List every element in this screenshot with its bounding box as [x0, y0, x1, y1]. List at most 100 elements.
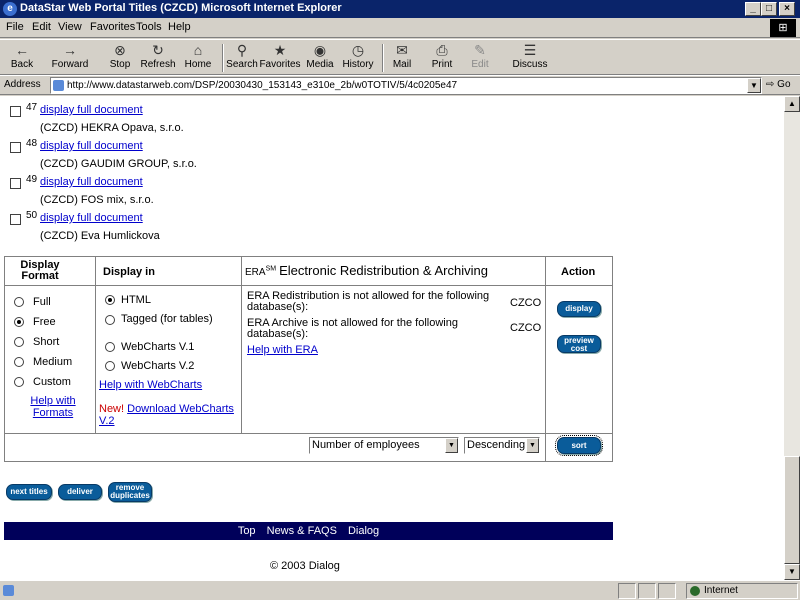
- new-badge: New!: [99, 403, 125, 415]
- table-divider: [5, 285, 612, 286]
- copyright: © 2003 Dialog: [270, 560, 340, 572]
- sort-field-select[interactable]: Number of employees ▼: [309, 437, 459, 454]
- display-tagged-radio[interactable]: [105, 315, 115, 325]
- era-redistribution-text: ERA Redistribution is not allowed for th…: [247, 290, 490, 313]
- forward-button[interactable]: → Forward: [48, 41, 92, 75]
- format-custom-label: Custom: [33, 376, 71, 388]
- home-icon: ⌂: [193, 42, 203, 58]
- internet-zone-icon: [690, 586, 700, 596]
- display-tagged-label: Tagged (for tables): [121, 313, 213, 325]
- vertical-scrollbar[interactable]: ▲ ▼: [784, 96, 800, 580]
- ie-logo-icon: e: [3, 2, 17, 16]
- menu-tools[interactable]: Tools: [136, 21, 162, 33]
- display-webcharts2-radio[interactable]: [105, 361, 115, 371]
- format-free-label: Free: [33, 316, 56, 328]
- footer-dialog-link[interactable]: Dialog: [348, 525, 379, 537]
- page-content: 47 display full document (CZCD) HEKRA Op…: [0, 96, 784, 580]
- format-custom-radio[interactable]: [14, 377, 24, 387]
- record-checkbox[interactable]: [10, 142, 21, 153]
- display-webcharts1-label: WebCharts V.1: [121, 341, 195, 353]
- menu-help[interactable]: Help: [168, 21, 191, 33]
- era-redistribution-db: CZCO: [510, 297, 542, 309]
- scroll-up-button[interactable]: ▲: [784, 96, 800, 112]
- status-cell: [638, 583, 656, 599]
- table-divider: [95, 257, 96, 433]
- table-divider: [241, 257, 242, 433]
- favorites-button[interactable]: ★ Favorites: [258, 41, 302, 75]
- next-titles-button[interactable]: next titles: [6, 484, 52, 500]
- record-name: (CZCD) HEKRA Opava, s.r.o.: [40, 122, 184, 134]
- back-button[interactable]: ← Back: [0, 41, 44, 75]
- menu-edit[interactable]: Edit: [32, 21, 51, 33]
- help-with-era-link[interactable]: Help with ERA: [247, 344, 318, 356]
- status-cell: [658, 583, 676, 599]
- display-full-document-link[interactable]: display full document: [40, 176, 143, 188]
- format-medium-radio[interactable]: [14, 357, 24, 367]
- maximize-button[interactable]: □: [761, 2, 777, 16]
- record-number: 47: [26, 102, 38, 113]
- display-in-header: Display in: [103, 266, 155, 278]
- preview-cost-button[interactable]: preview cost: [557, 335, 601, 353]
- action-header: Action: [561, 266, 596, 278]
- address-url: http://www.datastarweb.com/DSP/20030430_…: [67, 80, 458, 91]
- menu-bar: File Edit View Favorites Tools Help: [0, 18, 800, 38]
- record-checkbox[interactable]: [10, 178, 21, 189]
- chevron-down-icon: ▼: [445, 438, 458, 453]
- sort-button[interactable]: sort: [555, 435, 603, 456]
- address-input[interactable]: http://www.datastarweb.com/DSP/20030430_…: [50, 77, 762, 94]
- status-cell: [618, 583, 636, 599]
- mail-icon: ✉: [396, 42, 408, 58]
- format-full-radio[interactable]: [14, 297, 24, 307]
- menu-view[interactable]: View: [58, 21, 82, 33]
- menu-favorites[interactable]: Favorites: [90, 21, 135, 33]
- address-label: Address: [4, 79, 41, 90]
- mail-button[interactable]: ✉ Mail: [380, 41, 424, 75]
- deliver-button[interactable]: deliver: [58, 484, 102, 500]
- history-button[interactable]: ◷ History: [336, 41, 380, 75]
- remove-duplicates-button[interactable]: remove duplicates: [108, 482, 152, 502]
- format-short-radio[interactable]: [14, 337, 24, 347]
- footer-top-link[interactable]: Top: [238, 525, 256, 537]
- edit-button[interactable]: ✎ Edit: [458, 41, 502, 75]
- display-html-radio[interactable]: [105, 295, 115, 305]
- help-with-formats-link[interactable]: Help with Formats: [25, 395, 81, 419]
- title-bar: e DataStar Web Portal Titles (CZCD) Micr…: [0, 0, 800, 18]
- record-checkbox[interactable]: [10, 106, 21, 117]
- sort-order-select[interactable]: Descending ▼: [464, 437, 540, 454]
- go-button[interactable]: ⇨ Go: [766, 79, 791, 90]
- footer-news-link[interactable]: News & FAQS: [267, 525, 337, 537]
- display-webcharts1-radio[interactable]: [105, 342, 115, 352]
- display-full-document-link[interactable]: display full document: [40, 212, 143, 224]
- home-button[interactable]: ⌂ Home: [176, 41, 220, 75]
- display-full-document-link[interactable]: display full document: [40, 140, 143, 152]
- history-icon: ◷: [351, 42, 365, 58]
- display-button[interactable]: display: [557, 301, 601, 317]
- record-number: 49: [26, 174, 38, 185]
- discuss-button[interactable]: ☰ Discuss: [508, 41, 552, 75]
- chevron-down-icon: ▼: [526, 438, 539, 453]
- display-options-table: Display Format Display in ERASM Electron…: [4, 256, 613, 462]
- menu-file[interactable]: File: [6, 21, 24, 33]
- display-full-document-link[interactable]: display full document: [40, 104, 143, 116]
- page-icon: [53, 80, 64, 91]
- scroll-down-button[interactable]: ▼: [784, 564, 800, 580]
- close-button[interactable]: ×: [779, 2, 795, 16]
- help-with-webcharts-link[interactable]: Help with WebCharts: [99, 379, 202, 391]
- format-medium-label: Medium: [33, 356, 73, 368]
- scroll-thumb[interactable]: [784, 456, 800, 564]
- record-number: 48: [26, 138, 38, 149]
- era-header: ERASM Electronic Redistribution & Archiv…: [245, 263, 488, 278]
- display-html-label: HTML: [121, 294, 151, 306]
- display-webcharts2-label: WebCharts V.2: [121, 360, 195, 372]
- record-checkbox[interactable]: [10, 214, 21, 225]
- zone-cell: [686, 583, 798, 599]
- refresh-button[interactable]: ↻ Refresh: [136, 41, 180, 75]
- windows-logo-icon: ⊞: [770, 19, 796, 37]
- go-arrow-icon: ⇨: [766, 79, 775, 90]
- status-bar: Internet: [0, 580, 800, 600]
- format-free-radio[interactable]: [14, 317, 24, 327]
- minimize-button[interactable]: _: [745, 2, 761, 16]
- table-divider: [545, 257, 546, 461]
- address-dropdown-button[interactable]: ▼: [747, 78, 761, 93]
- browser-window: e DataStar Web Portal Titles (CZCD) Micr…: [0, 0, 800, 600]
